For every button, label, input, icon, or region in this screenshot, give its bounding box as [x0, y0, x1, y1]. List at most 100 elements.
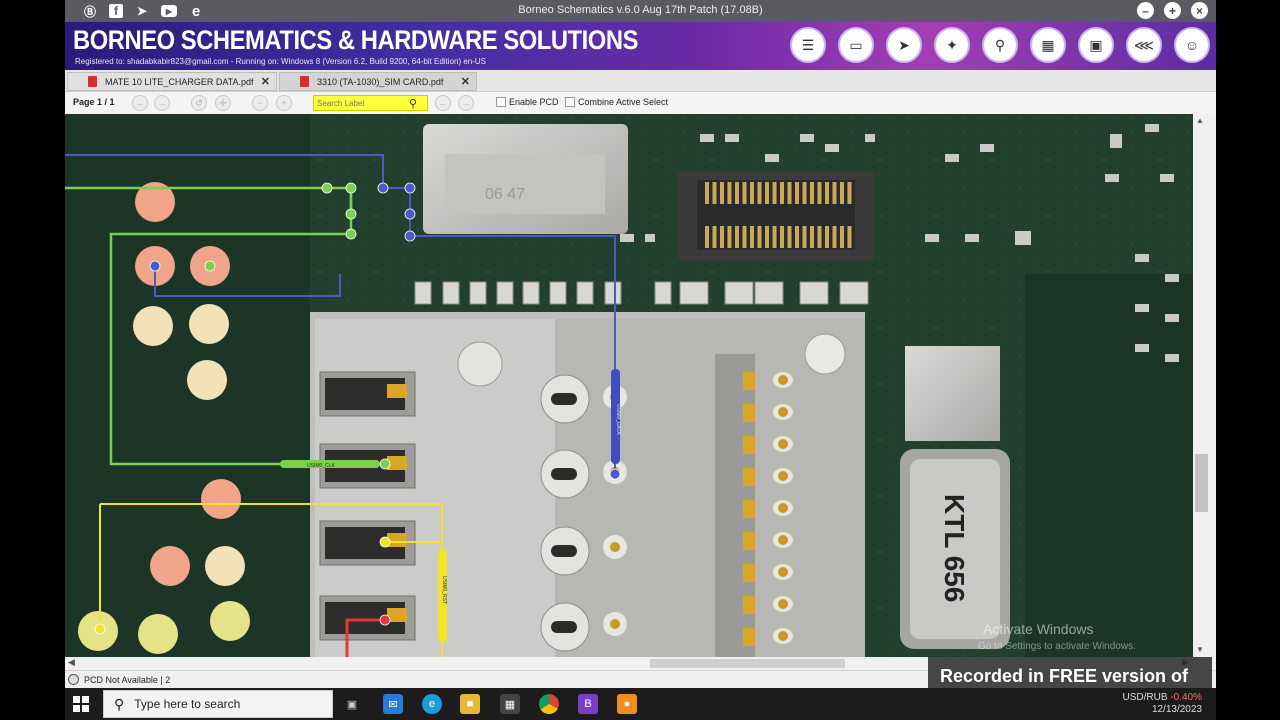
store-icon[interactable]: ▦: [500, 694, 520, 714]
test-pad: [205, 546, 245, 586]
taskbar-search[interactable]: ⚲ Type here to search: [103, 690, 333, 718]
connector-pin: [795, 226, 799, 248]
close-tab-icon[interactable]: ✕: [261, 75, 270, 88]
pdf-icon: [88, 76, 97, 87]
gold-contact: [743, 372, 755, 390]
rotate-icon[interactable]: ↺: [191, 95, 207, 111]
connector-pin: [720, 182, 724, 204]
smd-pad: [679, 281, 709, 305]
borneo-app-icon[interactable]: B: [578, 694, 598, 714]
connector-pin: [772, 182, 777, 204]
net-node: [345, 228, 357, 240]
gold-contact: [743, 468, 755, 486]
connector-pin: [705, 226, 709, 248]
tab-label: 3310 (TA-1030)_SIM CARD.pdf: [317, 76, 444, 87]
connector-pin: [817, 182, 822, 204]
connector-pin: [847, 182, 852, 204]
connector-pin: [840, 182, 844, 204]
activate-windows-title: Activate Windows: [983, 621, 1094, 637]
contact-hole-gold: [778, 471, 788, 481]
connector-pin: [832, 182, 837, 204]
sim-hole-slot: [551, 621, 577, 633]
user-icon[interactable]: ☺: [1174, 27, 1210, 63]
scroll-down-icon[interactable]: ▼: [1196, 645, 1204, 654]
close-icon[interactable]: ×: [1191, 2, 1208, 19]
enable-pcd-checkbox[interactable]: Enable PCD: [496, 97, 559, 107]
contact-hole-gold: [778, 535, 788, 545]
minimize-icon[interactable]: –: [1137, 2, 1154, 19]
horizontal-scroll-thumb[interactable]: [650, 659, 845, 668]
calendar-icon[interactable]: ▦: [1030, 27, 1066, 63]
net-node: [404, 182, 416, 194]
share-icon[interactable]: ⋘: [1126, 27, 1162, 63]
net-node: [377, 182, 389, 194]
gold-contact: [743, 596, 755, 614]
maximize-icon[interactable]: +: [1164, 2, 1181, 19]
close-tab-icon[interactable]: ✕: [461, 75, 470, 88]
net-node: [404, 230, 416, 242]
device-icon[interactable]: ▭: [838, 27, 874, 63]
tab-3310-sim-card[interactable]: 3310 (TA-1030)_SIM CARD.pdf ✕: [279, 72, 477, 91]
scroll-left-icon[interactable]: ◀: [68, 657, 75, 668]
test-pad: [133, 306, 173, 346]
zoom-in-icon[interactable]: +: [276, 95, 292, 111]
system-tray: USD/RUB -0.40% 12/13/2023: [1123, 692, 1202, 716]
sim-hole-slot: [551, 545, 577, 557]
board-viewer[interactable]: 06 47 KTL 656 USIM0_CLK USIM0_DATA USIM0…: [65, 114, 1193, 657]
search-zoom-icon[interactable]: ⚲: [982, 27, 1018, 63]
move-icon[interactable]: ✛: [215, 95, 231, 111]
schematic-list-icon[interactable]: ☰: [790, 27, 826, 63]
sim-gold-contact: [387, 384, 407, 398]
combine-active-select-checkbox[interactable]: Combine Active Select: [565, 97, 668, 107]
search-label-box[interactable]: ⚲: [313, 95, 428, 111]
search-prev-icon[interactable]: ←: [435, 95, 451, 111]
vertical-scroll-thumb[interactable]: [1195, 454, 1208, 512]
connector-pin: [840, 226, 844, 248]
file-explorer-icon[interactable]: ■: [460, 694, 480, 714]
net-node: [345, 182, 357, 194]
net-node: [94, 623, 106, 635]
chrome-icon[interactable]: [539, 694, 559, 714]
scan-icon[interactable]: ▣: [1078, 27, 1114, 63]
gold-contact: [743, 628, 755, 646]
prev-page-icon[interactable]: ←: [132, 95, 148, 111]
recorder-app-icon[interactable]: ●: [617, 694, 637, 714]
pointer-icon[interactable]: ➤: [886, 27, 922, 63]
scroll-up-icon[interactable]: ▲: [1196, 116, 1204, 125]
checkbox-box[interactable]: [496, 97, 506, 107]
test-pad: [187, 360, 227, 400]
connector-pin: [705, 182, 709, 204]
connector-pin: [765, 182, 769, 204]
connector-pin: [765, 226, 769, 248]
gold-contact: [743, 532, 755, 550]
pcd-status-icon: [68, 674, 79, 685]
zoom-out-icon[interactable]: −: [252, 95, 268, 111]
usim-rst-label: USIM0_RST: [441, 576, 447, 604]
vibration-motor: KTL 656: [900, 346, 1010, 649]
search-label-input[interactable]: [314, 98, 409, 108]
connector-pin: [735, 182, 739, 204]
search-next-icon[interactable]: →: [458, 95, 474, 111]
task-view-icon[interactable]: ▣: [342, 694, 362, 714]
test-pad: [201, 479, 241, 519]
smd-pad: [496, 281, 514, 305]
vertical-scrollbar[interactable]: ▲ ▼: [1193, 114, 1216, 657]
search-icon[interactable]: ⚲: [409, 97, 417, 110]
gold-contact: [743, 404, 755, 422]
connector-pin: [757, 226, 762, 248]
windows-start-icon[interactable]: [73, 696, 89, 712]
mail-icon[interactable]: ✉: [383, 694, 403, 714]
edge-icon[interactable]: e: [422, 694, 442, 714]
connector-pin: [847, 226, 852, 248]
pdf-icon: [300, 76, 309, 87]
checkbox-box[interactable]: [565, 97, 575, 107]
test-pad: [138, 614, 178, 654]
contact-hole-gold: [778, 503, 788, 513]
connector-pin: [735, 226, 739, 248]
connector-pin: [712, 182, 717, 204]
brand-title: BORNEO SCHEMATICS & HARDWARE SOLUTIONS: [73, 25, 638, 55]
magic-wand-icon[interactable]: ✦: [934, 27, 970, 63]
next-page-icon[interactable]: →: [154, 95, 170, 111]
banner-toolbar: ☰ ▭ ➤ ✦ ⚲ ▦ ▣ ⋘ ☺: [790, 27, 1210, 63]
tab-mate10-charger[interactable]: MATE 10 LITE_CHARGER DATA.pdf ✕: [67, 72, 277, 91]
